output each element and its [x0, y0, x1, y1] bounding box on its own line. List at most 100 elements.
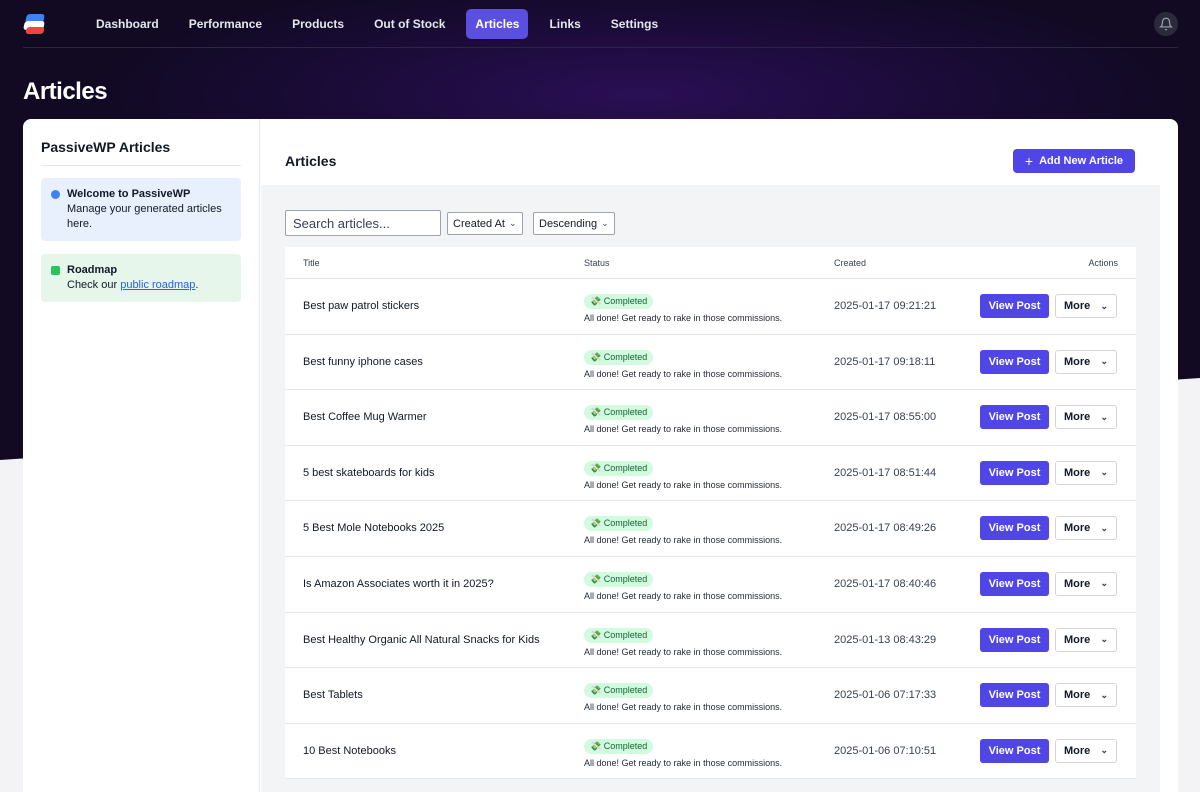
articles-panel: Articles + Add New Article Created At ⌄ … — [261, 119, 1160, 792]
article-title: 10 Best Notebooks — [303, 744, 396, 757]
status-label: Completed — [603, 462, 648, 473]
nav-item-products[interactable]: Products — [283, 9, 353, 39]
welcome-title: Welcome to PassiveWP — [67, 188, 191, 200]
chevron-down-icon: ⌄ — [1100, 522, 1108, 533]
status-label: Completed — [603, 685, 648, 696]
table-row: Is Amazon Associates worth it in 2025? 💸 … — [285, 557, 1136, 613]
article-title: 5 best skateboards for kids — [303, 466, 435, 479]
search-input[interactable] — [285, 210, 441, 236]
sort-field-select[interactable]: Created At ⌄ — [447, 212, 523, 235]
article-title: Is Amazon Associates worth it in 2025? — [303, 577, 494, 590]
roadmap-title: Roadmap — [67, 264, 118, 276]
status-message: All done! Get ready to rake in those com… — [584, 702, 783, 713]
sidebar-title: PassiveWP Articles — [41, 139, 171, 155]
header-status: Status — [584, 258, 610, 268]
article-title: Best paw patrol stickers — [303, 300, 420, 312]
more-dropdown-button[interactable]: More ⌄ — [1055, 516, 1117, 541]
status-cell: 💸 Completed All done! Get ready to rake i… — [584, 680, 782, 712]
articles-table: Title Status Created Actions Best paw pa… — [285, 247, 1136, 780]
chevron-down-icon: ⌄ — [1100, 634, 1108, 645]
table-row: Best funny iphone cases 💸 Completed All do… — [285, 335, 1136, 391]
view-post-button[interactable]: View Post — [980, 571, 1049, 596]
table-row: Best Coffee Mug Warmer 💸 Completed All don… — [285, 390, 1136, 446]
notifications-button[interactable] — [1154, 12, 1178, 36]
chevron-down-icon: ⌄ — [1100, 689, 1108, 700]
money-icon: 💸 — [590, 629, 602, 640]
status-badge: 💸 Completed — [584, 294, 654, 309]
status-cell: 💸 Completed All done! Get ready to rake i… — [584, 569, 782, 601]
header-title: Title — [303, 258, 320, 268]
nav-item-out-of-stock[interactable]: Out of Stock — [365, 9, 454, 39]
status-message: All done! Get ready to rake in those com… — [584, 313, 783, 323]
view-post-button[interactable]: View Post — [980, 405, 1049, 430]
more-dropdown-button[interactable]: More ⌄ — [1055, 405, 1117, 430]
more-dropdown-button[interactable]: More ⌄ — [1055, 627, 1117, 652]
status-message: All done! Get ready to rake in those com… — [584, 424, 783, 435]
more-dropdown-button[interactable]: More ⌄ — [1055, 349, 1117, 374]
status-badge: 💸 Completed — [584, 738, 654, 754]
content-card: PassiveWP Articles Welcome to PassiveWP … — [23, 119, 1178, 792]
panel-body: Created At ⌄ Descending ⌄ Title Status C… — [261, 185, 1160, 792]
view-post-button[interactable]: View Post — [980, 627, 1049, 652]
nav-item-performance[interactable]: Performance — [180, 9, 271, 39]
status-badge: 💸 Completed — [584, 460, 654, 476]
nav-item-articles[interactable]: Articles — [466, 8, 529, 39]
view-post-button[interactable]: View Post — [980, 349, 1049, 374]
roadmap-text-after: . — [195, 279, 199, 291]
panel-header: Articles + Add New Article — [261, 119, 1160, 185]
money-icon: 💸 — [590, 351, 602, 362]
welcome-box: Welcome to PassiveWP Manage your generat… — [41, 178, 241, 241]
status-cell: 💸 Completed All done! Get ready to rake i… — [584, 402, 782, 434]
more-dropdown-button[interactable]: More ⌄ — [1055, 571, 1117, 596]
article-title: Best funny iphone cases — [303, 355, 423, 368]
info-icon — [51, 190, 60, 199]
status-cell: 💸 Completed All done! Get ready to rake i… — [584, 736, 782, 768]
map-icon — [51, 266, 60, 275]
created-date: 2025-01-13 08:43:29 — [834, 633, 937, 646]
status-label: Completed — [603, 518, 648, 529]
created-date: 2025-01-17 08:49:26 — [834, 522, 937, 535]
created-date: 2025-01-06 07:17:33 — [834, 689, 937, 702]
sort-order-select[interactable]: Descending ⌄ — [533, 212, 615, 235]
plus-icon: + — [1024, 153, 1034, 169]
nav-item-settings[interactable]: Settings — [602, 9, 667, 39]
more-dropdown-button[interactable]: More ⌄ — [1055, 738, 1117, 763]
header-created: Created — [834, 258, 867, 268]
view-post-button[interactable]: View Post — [980, 738, 1049, 763]
chevron-down-icon: ⌄ — [1100, 578, 1108, 589]
more-dropdown-button[interactable]: More ⌄ — [1055, 460, 1117, 485]
more-dropdown-button[interactable]: More ⌄ — [1055, 294, 1117, 318]
status-cell: 💸 Completed All done! Get ready to rake i… — [584, 458, 782, 490]
table-row: 5 best skateboards for kids 💸 Completed Al… — [285, 446, 1136, 502]
status-message: All done! Get ready to rake in those com… — [584, 479, 783, 490]
status-message: All done! Get ready to rake in those com… — [584, 757, 783, 768]
welcome-text: Manage your generated articles here. — [67, 203, 222, 230]
logo[interactable] — [23, 12, 49, 36]
status-badge: 💸 Completed — [584, 683, 654, 699]
view-post-button[interactable]: View Post — [980, 683, 1049, 708]
view-post-button[interactable]: View Post — [980, 516, 1049, 541]
view-post-button[interactable]: View Post — [980, 294, 1049, 318]
more-label: More — [1064, 633, 1091, 646]
nav-item-dashboard[interactable]: Dashboard — [87, 9, 168, 39]
roadmap-link[interactable]: public roadmap — [120, 279, 195, 291]
money-icon: 💸 — [590, 462, 602, 473]
sort-field-value: Created At — [453, 217, 505, 230]
add-article-button[interactable]: + Add New Article — [1013, 149, 1135, 173]
more-dropdown-button[interactable]: More ⌄ — [1055, 683, 1117, 708]
nav-item-links[interactable]: Links — [540, 9, 589, 39]
money-icon: 💸 — [590, 518, 602, 529]
page-title: Articles — [23, 78, 108, 105]
money-icon: 💸 — [590, 685, 602, 696]
add-article-label: Add New Article — [1039, 155, 1124, 167]
money-icon: 💸 — [590, 296, 602, 306]
view-post-button[interactable]: View Post — [980, 460, 1049, 485]
table-row: 5 Best Mole Notebooks 2025 💸 Completed All… — [285, 501, 1136, 557]
article-title: Best Coffee Mug Warmer — [303, 411, 427, 424]
chevron-down-icon: ⌄ — [1100, 745, 1108, 756]
bell-icon — [1159, 17, 1173, 31]
sidebar: PassiveWP Articles Welcome to PassiveWP … — [23, 119, 260, 792]
article-title: 5 Best Mole Notebooks 2025 — [303, 522, 445, 535]
header-actions: Actions — [1088, 258, 1118, 268]
more-label: More — [1064, 300, 1091, 312]
